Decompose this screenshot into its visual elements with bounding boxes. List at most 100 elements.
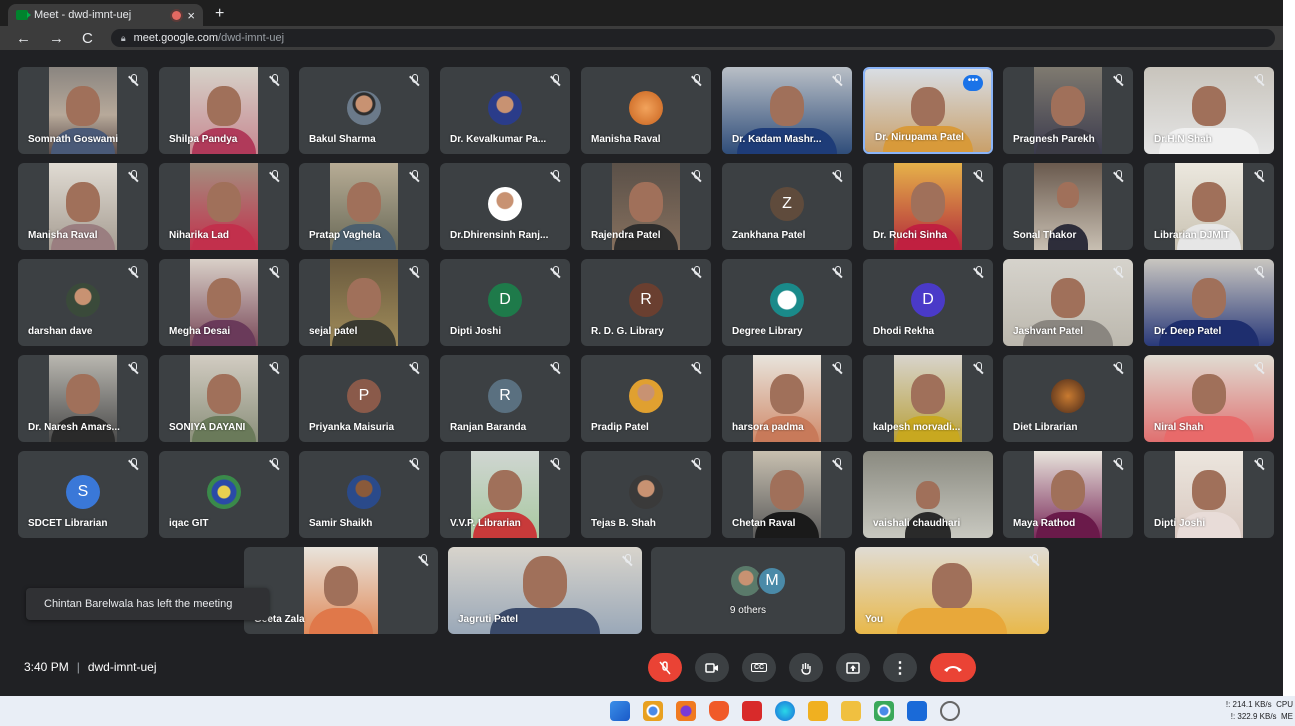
participant-tile[interactable]: Dr. Ruchi Sinha (863, 163, 993, 250)
participant-tile[interactable]: Dr. Naresh Amars... (18, 355, 148, 442)
back-arrow-icon[interactable]: ← (16, 30, 31, 47)
participant-tile[interactable]: Dr.Dhirensinh Ranj... (440, 163, 570, 250)
participant-tile[interactable]: Samir Shaikh (299, 451, 429, 538)
participant-tile[interactable]: S SDCET Librarian (18, 451, 148, 538)
participant-tile[interactable]: Shilpa Pandya (159, 67, 289, 154)
participant-tile[interactable]: Megha Desai (159, 259, 289, 346)
participant-tile[interactable]: Jagruti Patel (448, 547, 642, 634)
participant-avatar (488, 91, 522, 126)
participant-tile[interactable]: Maya Rathod (1003, 451, 1133, 538)
participant-tile[interactable]: Chetan Raval (722, 451, 852, 538)
mic-off-icon (831, 458, 844, 471)
sublime-icon[interactable] (808, 701, 828, 721)
others-tile[interactable]: M 9 others (651, 547, 845, 634)
participant-tile[interactable]: Somnath Goswami (18, 67, 148, 154)
participant-tile[interactable]: Rajendra Patel (581, 163, 711, 250)
participant-name: kalpesh morvadi... (873, 422, 961, 433)
participant-avatar (1051, 379, 1085, 414)
participant-tile[interactable]: D Dipti Joshi (440, 259, 570, 346)
participant-tile[interactable]: Dipti Joshi (1144, 451, 1274, 538)
participant-tile[interactable]: Degree Library (722, 259, 852, 346)
participant-avatar (629, 379, 663, 414)
more-options-button[interactable]: ••• (963, 75, 983, 91)
browser-tab-meet[interactable]: Meet - dwd-imnt-uej × (8, 4, 203, 26)
participant-tile[interactable]: Niral Shah (1144, 355, 1274, 442)
participant-name: Somnath Goswami (28, 134, 119, 145)
participant-tile[interactable]: iqac GIT (159, 451, 289, 538)
camera-toggle-button[interactable] (695, 653, 729, 682)
participant-tile[interactable]: Dr.H.N Shah (1144, 67, 1274, 154)
participant-tile[interactable]: Dr. Kevalkumar Pa... (440, 67, 570, 154)
participant-tile[interactable]: Manisha Raval (581, 67, 711, 154)
chrome-icon[interactable] (643, 701, 663, 721)
mic-off-icon (831, 74, 844, 87)
notification-toast: Chintan Barelwala has left the meeting (26, 588, 269, 620)
leave-call-button[interactable] (930, 653, 976, 682)
raise-hand-button[interactable] (789, 653, 823, 682)
participant-tile[interactable]: D Dhodi Rekha (863, 259, 993, 346)
tab-title: Meet - dwd-imnt-uej (34, 9, 132, 21)
participant-tile[interactable]: R R. D. G. Library (581, 259, 711, 346)
self-view-tile[interactable]: You (855, 547, 1049, 634)
participant-tile[interactable]: Bakul Sharma (299, 67, 429, 154)
participant-tile[interactable]: R Ranjan Baranda (440, 355, 570, 442)
present-screen-button[interactable] (836, 653, 870, 682)
participant-tile[interactable]: Pradip Patel (581, 355, 711, 442)
participant-tile[interactable]: P Priyanka Maisuria (299, 355, 429, 442)
participant-tile[interactable]: Librarian DJMIT (1144, 163, 1274, 250)
participant-tile[interactable]: Pragnesh Parekh (1003, 67, 1133, 154)
participant-name: Sonal Thakor (1013, 230, 1077, 241)
participant-tile[interactable]: Pratap Vaghela (299, 163, 429, 250)
participant-tile[interactable]: harsora padma (722, 355, 852, 442)
participant-tile[interactable]: ••• Dr. Nirupama Patel (863, 67, 993, 154)
participant-tile[interactable]: Jashvant Patel (1003, 259, 1133, 346)
lock-icon[interactable]: 🔒︎ (121, 33, 126, 44)
meeting-time: 3:40 PM (24, 660, 69, 674)
participant-tile[interactable]: darshan dave (18, 259, 148, 346)
participant-tile[interactable]: Sonal Thakor (1003, 163, 1133, 250)
recording-indicator-icon (172, 10, 182, 20)
participant-tile[interactable]: Dr. Deep Patel (1144, 259, 1274, 346)
participant-name: Diet Librarian (1013, 422, 1078, 433)
captions-button[interactable]: CC (742, 653, 776, 682)
mic-off-icon (268, 266, 281, 279)
address-bar[interactable]: 🔒︎ meet.google.com/dwd-imnt-uej (110, 29, 1275, 47)
chrome-active-icon[interactable] (874, 701, 894, 721)
participant-name: Pragnesh Parekh (1013, 134, 1095, 145)
start-icon[interactable] (610, 701, 630, 721)
participant-tile[interactable]: V.V.P. Librarian (440, 451, 570, 538)
openai-icon[interactable] (940, 701, 960, 721)
new-tab-button[interactable]: + (215, 5, 224, 23)
firefox-icon[interactable] (676, 701, 696, 721)
mic-off-icon (690, 170, 703, 183)
participant-tile[interactable]: Dr. Kadam Mashr... (722, 67, 852, 154)
participant-tile[interactable]: SONIYA DAYANI (159, 355, 289, 442)
forward-arrow-icon[interactable]: → (49, 30, 64, 47)
participant-tile[interactable]: Z Zankhana Patel (722, 163, 852, 250)
file-explorer-icon[interactable] (841, 701, 861, 721)
participant-tile[interactable]: vaishali chaudhari (863, 451, 993, 538)
edge-icon[interactable] (775, 701, 795, 721)
mic-off-icon (972, 170, 985, 183)
brave-icon[interactable] (709, 701, 729, 721)
office-icon[interactable] (742, 701, 762, 721)
photos-icon[interactable] (907, 701, 927, 721)
initial-avatar: M (757, 566, 787, 597)
initial-avatar: S (66, 475, 100, 510)
participant-tile[interactable]: Niharika Lad (159, 163, 289, 250)
mic-toggle-button[interactable] (648, 653, 682, 682)
participant-tile[interactable]: sejal patel (299, 259, 429, 346)
meeting-code[interactable]: dwd-imnt-uej (88, 660, 157, 674)
participant-tile[interactable]: Diet Librarian (1003, 355, 1133, 442)
participant-tile[interactable]: kalpesh morvadi... (863, 355, 993, 442)
more-options-button[interactable]: ⋮ (883, 653, 917, 682)
participant-tile[interactable]: Geeta Zala (244, 547, 438, 634)
participant-name: Bakul Sharma (309, 134, 376, 145)
present-screen-icon (846, 661, 860, 674)
reload-icon[interactable]: C (82, 30, 93, 47)
participant-avatar (629, 91, 663, 126)
participant-tile[interactable]: Tejas B. Shah (581, 451, 711, 538)
mic-off-icon (549, 266, 562, 279)
tab-close-button[interactable]: × (187, 8, 195, 23)
participant-tile[interactable]: Manisha Raval (18, 163, 148, 250)
